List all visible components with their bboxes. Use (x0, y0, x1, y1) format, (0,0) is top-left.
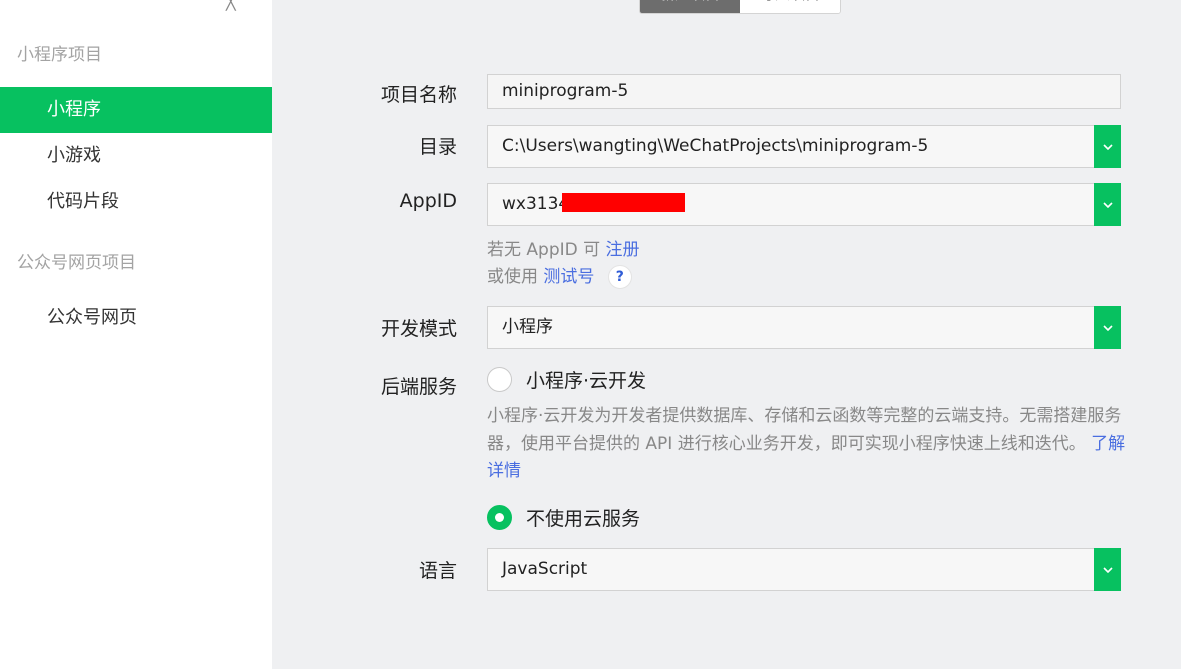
chevron-down-icon[interactable] (1094, 548, 1121, 591)
no-cloud-radio[interactable]: 不使用云服务 (487, 504, 640, 531)
backend-label: 后端服务 (380, 376, 457, 398)
directory-select[interactable]: C:\Users\wangting\WeChatProjects\minipro… (487, 125, 1121, 168)
chevron-down-icon[interactable] (1094, 125, 1121, 168)
project-name-label: 项目名称 (380, 84, 457, 106)
directory-label: 目录 (418, 136, 457, 158)
redaction-mark (562, 193, 685, 212)
appid-value: wx3134 (502, 194, 570, 214)
sidebar-item-official-web[interactable]: 公众号网页 (0, 295, 272, 341)
section-title-miniprogram: 小程序项目 (17, 45, 102, 65)
sidebar-item-code-snippet[interactable]: 代码片段 (0, 179, 272, 225)
cloud-description-text: 小程序·云开发为开发者提供数据库、存储和云函数等完整的云端支持。无需搭建服务器，… (487, 406, 1122, 454)
sidebar: ╳ 小程序项目 小程序 小游戏 代码片段 公众号网页项目 公众号网页 (0, 0, 272, 669)
tab-import-project[interactable]: 导入项目 (740, 0, 840, 13)
appid-label: AppID (399, 190, 457, 212)
dev-mode-label: 开发模式 (380, 318, 457, 340)
cloud-description: 小程序·云开发为开发者提供数据库、存储和云函数等完整的云端支持。无需搭建服务器，… (487, 403, 1127, 486)
appid-register-hint: 若无 AppID 可 注册 (487, 235, 640, 260)
cloud-dev-label: 小程序·云开发 (526, 370, 647, 392)
chevron-down-icon[interactable] (1094, 183, 1121, 226)
radio-unchecked-icon[interactable] (487, 367, 512, 392)
chevron-down-icon[interactable] (1094, 306, 1121, 349)
tab-new-project[interactable]: 新建项目 (640, 0, 740, 13)
appid-hint-text: 若无 AppID 可 (487, 240, 601, 260)
section-title-official-account: 公众号网页项目 (17, 253, 136, 273)
radio-checked-icon[interactable] (487, 505, 512, 530)
language-value: JavaScript (502, 559, 588, 579)
no-cloud-label: 不使用云服务 (526, 508, 641, 530)
directory-value: C:\Users\wangting\WeChatProjects\minipro… (502, 136, 929, 156)
test-account-link[interactable]: 测试号 (543, 267, 594, 287)
test-hint-text: 或使用 (487, 267, 538, 287)
test-account-hint: 或使用 测试号 ? (487, 262, 632, 289)
sidebar-item-minigame[interactable]: 小游戏 (0, 133, 272, 179)
language-label: 语言 (418, 560, 457, 582)
cloud-dev-radio[interactable]: 小程序·云开发 (487, 366, 646, 393)
close-icon[interactable]: ╳ (226, 0, 236, 11)
language-select[interactable]: JavaScript (487, 548, 1121, 591)
dev-mode-select[interactable]: 小程序 (487, 306, 1121, 349)
dev-mode-value: 小程序 (502, 317, 553, 337)
project-name-input[interactable]: miniprogram-5 (487, 74, 1121, 109)
help-icon[interactable]: ? (607, 265, 632, 289)
project-type-tabs: 新建项目 导入项目 (639, 0, 841, 14)
register-link[interactable]: 注册 (606, 240, 640, 260)
sidebar-item-miniprogram[interactable]: 小程序 (0, 87, 272, 133)
